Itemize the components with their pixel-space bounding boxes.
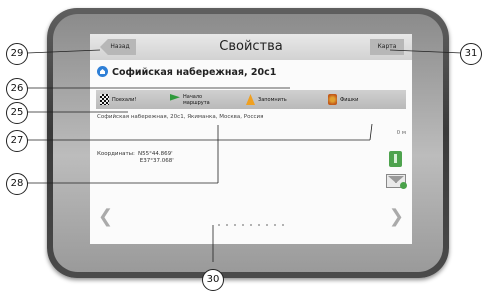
callout-25: 25 xyxy=(6,102,28,124)
callout-27: 27 xyxy=(6,130,28,152)
callout-29: 29 xyxy=(6,43,28,65)
callout-26: 26 xyxy=(6,78,28,100)
callout-28: 28 xyxy=(6,173,28,195)
callout-30: 30 xyxy=(202,269,224,291)
callout-31: 31 xyxy=(460,43,482,65)
callout-leader-lines xyxy=(26,49,463,262)
